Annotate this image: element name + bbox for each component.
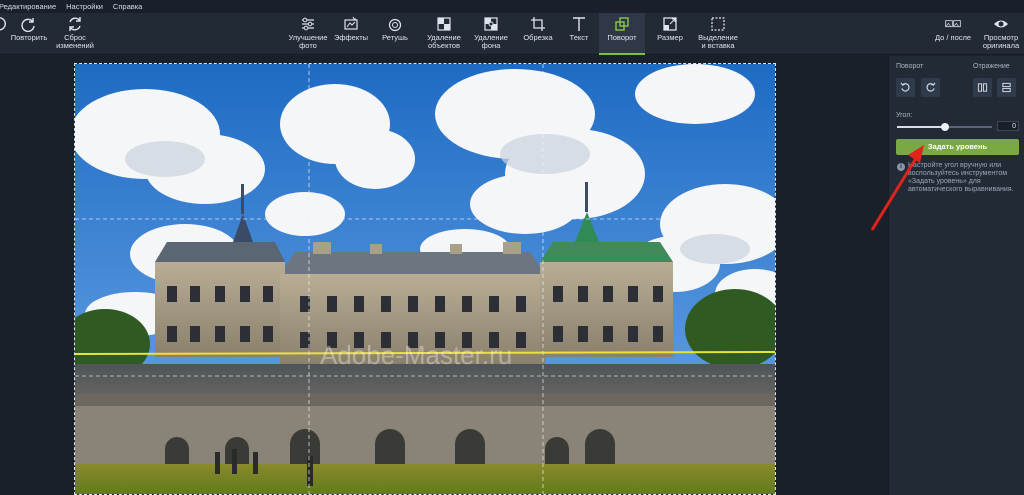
crop-icon [531,17,545,31]
menu-bar: Редактирование Настройки Справка [0,0,1024,13]
tool-selection[interactable]: Выделение и вставка [694,13,742,55]
tool-rotate-label: Поворот [607,33,637,42]
rotate-left-button[interactable] [896,78,915,97]
set-level-button[interactable]: Задать уровень [896,139,1019,155]
watermark-text: Adobe-Master.ru [320,340,512,370]
menu-help[interactable]: Справка [108,2,147,11]
angle-label: Угол: [896,112,913,119]
effects-icon [344,16,358,30]
view-original-label: Просмотр оригинала [982,33,1020,50]
rotate-right-button[interactable] [921,78,940,97]
tool-retouch[interactable]: Ретушь [374,13,416,55]
object-removal-icon [437,17,451,31]
tool-background-removal[interactable]: Удаление фона [468,13,514,55]
tool-resize-label: Размер [657,33,683,42]
menu-settings[interactable]: Настройки [61,2,108,11]
tool-object-removal[interactable]: Удаление объектов [420,13,468,55]
reset-icon [69,17,81,31]
tool-selection-label: Выделение и вставка [698,33,738,50]
undo-button[interactable] [0,13,6,55]
tool-effects[interactable]: Эффекты [330,13,372,55]
selection-icon [711,17,725,31]
menu-edit[interactable]: Редактирование [0,2,61,11]
undo-icon [0,17,6,31]
flip-vertical-button[interactable] [997,78,1016,97]
photo-editor-window: Редактирование Настройки Справка Повтори… [0,0,1024,495]
retouch-icon [388,18,402,32]
tool-text[interactable]: Текст [560,13,598,55]
view-original-button[interactable]: Просмотр оригинала [978,13,1024,55]
castle-photo: Adobe-Master.ru [75,64,775,494]
rotate-right-icon [926,82,936,92]
redo-icon [21,18,35,32]
flip-horizontal-button[interactable] [973,78,992,97]
angle-slider-knob[interactable] [941,123,949,131]
reset-label: Сброс изменений [56,33,94,50]
tool-retouch-label: Ретушь [382,33,408,42]
reset-button[interactable]: Сброс изменений [54,13,96,55]
main-toolbar: Повторить Сброс изменений Улучшение фото… [0,13,1024,55]
tool-object-removal-label: Удаление объектов [427,33,461,50]
redo-label: Повторить [10,33,48,42]
photo-image[interactable]: Adobe-Master.ru [74,63,776,495]
tool-crop[interactable]: Обрезка [516,13,560,55]
tool-enhance[interactable]: Улучшение фото [286,13,330,55]
before-after-icon [945,20,961,28]
tool-text-label: Текст [569,33,589,42]
tool-resize[interactable]: Размер [648,13,692,55]
canvas-area: Adobe-Master.ru [0,56,888,495]
info-text: Настройте угол вручную или воспользуйтес… [908,162,1014,193]
redo-button[interactable]: Повторить [8,13,50,55]
tool-enhance-label: Улучшение фото [288,33,328,50]
flip-vertical-icon [1002,82,1011,93]
angle-input[interactable]: 0 [997,121,1019,131]
tool-background-removal-label: Удаление фона [474,33,508,50]
angle-slider-fill [897,126,945,128]
tool-rotate[interactable]: Поворот [599,13,645,55]
rotate-icon [615,17,629,31]
rotation-panel: Поворот Отражение Угол: 0 Задать уровень… [888,56,1024,495]
tool-effects-label: Эффекты [333,33,369,42]
text-icon [573,17,585,31]
rotate-section-label: Поворот [896,63,924,70]
before-after-label: До / после [934,33,972,42]
resize-icon [663,17,677,31]
rotate-left-icon [900,82,910,92]
background-removal-icon [484,17,498,31]
tool-crop-label: Обрезка [523,33,553,42]
flip-section-label: Отражение [973,63,1010,70]
before-after-button[interactable]: До / после [930,13,976,55]
flip-horizontal-icon [977,83,988,92]
info-icon: i [897,163,905,171]
eye-icon [994,20,1008,28]
enhance-sliders-icon [302,17,314,31]
angle-slider[interactable] [897,123,992,131]
